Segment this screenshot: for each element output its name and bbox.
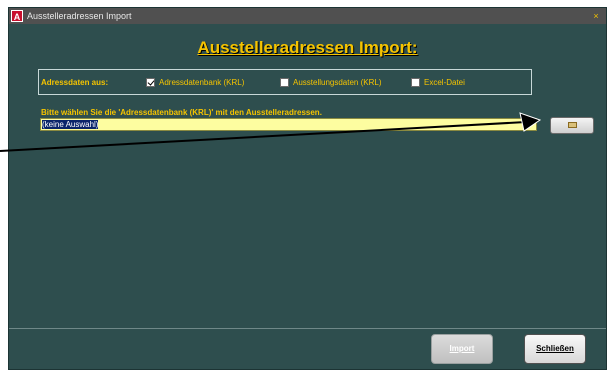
annotation-arrow bbox=[0, 112, 542, 152]
